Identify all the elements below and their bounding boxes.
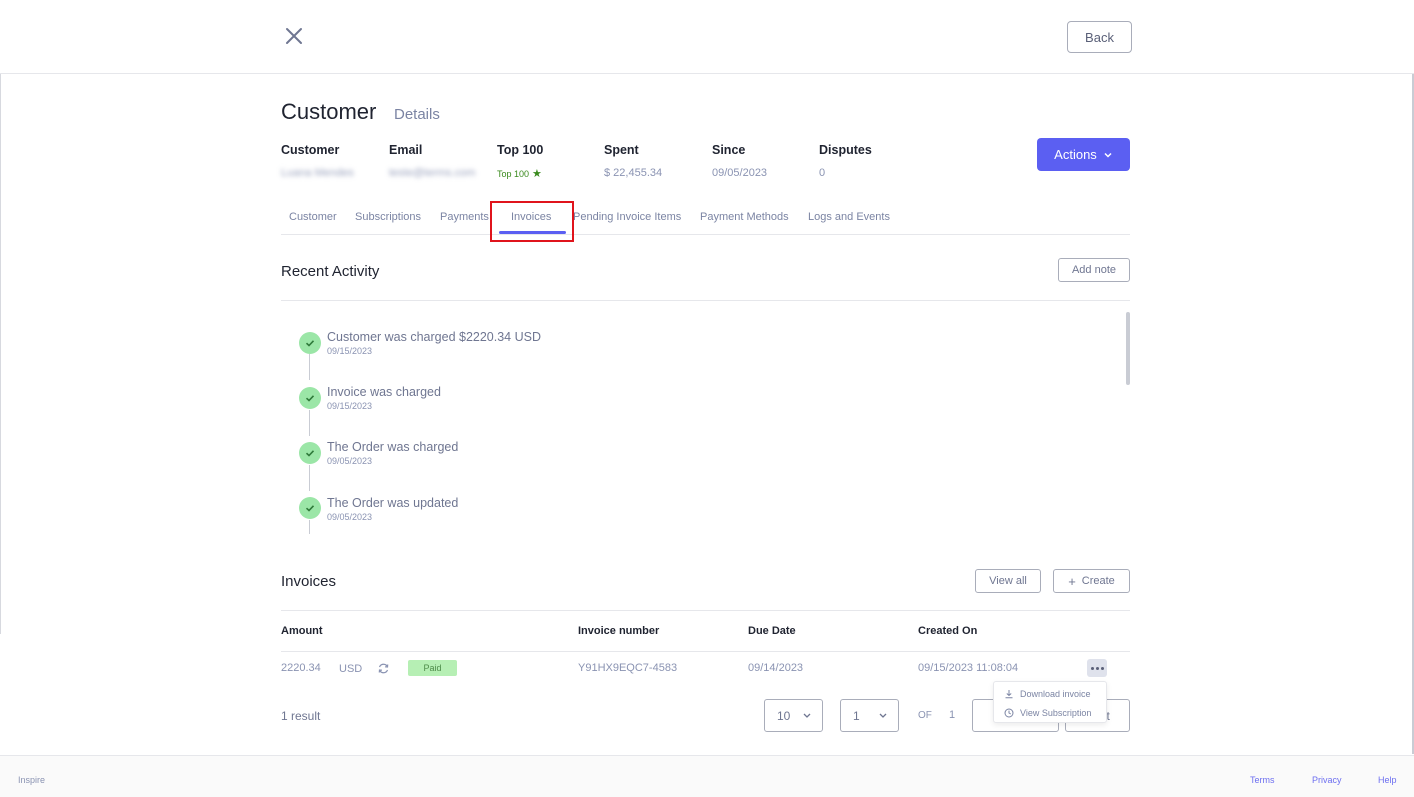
total-pages: 1 xyxy=(949,709,956,721)
activity-title: The Order was updated xyxy=(327,496,459,510)
activity-date: 09/05/2023 xyxy=(327,512,373,522)
tab-customer[interactable]: Customer xyxy=(289,211,337,223)
invoice-currency: USD xyxy=(339,663,363,675)
check-icon xyxy=(299,332,321,354)
menu-item-label: View Subscription xyxy=(1020,708,1092,718)
column-header-invoice-number: Invoice number xyxy=(578,625,660,637)
back-button[interactable]: Back xyxy=(1067,21,1132,53)
customer-email: teste@terms.com xyxy=(389,167,476,179)
since-value: 09/05/2023 xyxy=(712,167,768,179)
footer-link-help[interactable]: Help xyxy=(1378,775,1397,785)
tab-payments[interactable]: Payments xyxy=(440,211,489,223)
create-button[interactable]: + Create xyxy=(1053,569,1130,593)
tab-pending-invoice-items[interactable]: Pending Invoice Items xyxy=(573,211,681,223)
menu-item-label: Download invoice xyxy=(1020,689,1091,699)
result-count: 1 result xyxy=(281,709,321,723)
check-icon xyxy=(299,442,321,464)
timeline-connector xyxy=(309,354,310,380)
stat-label: Spent xyxy=(604,143,639,157)
page-title: Customer xyxy=(281,99,377,124)
close-icon[interactable] xyxy=(282,24,306,48)
activity-date: 09/05/2023 xyxy=(327,456,373,466)
page-subtitle: Details xyxy=(394,106,440,123)
page-size-value: 10 xyxy=(777,708,791,723)
divider xyxy=(0,74,1,634)
clock-icon xyxy=(1004,708,1014,718)
stat-top100: Top 100 Top 100 ★ xyxy=(497,143,543,180)
dot xyxy=(1090,666,1094,670)
view-all-button[interactable]: View all xyxy=(975,569,1041,593)
timeline-connector xyxy=(309,410,310,436)
column-header-due-date: Due Date xyxy=(748,625,796,637)
highlight-box xyxy=(490,201,574,242)
page-value: 1 xyxy=(853,708,860,723)
customer-name: Luana Mendes xyxy=(281,167,354,179)
tab-subscriptions[interactable]: Subscriptions xyxy=(355,211,421,223)
divider xyxy=(281,610,1130,611)
more-options-button[interactable] xyxy=(1087,659,1107,677)
activity-scrollbar[interactable] xyxy=(1126,312,1130,385)
top100-text: Top 100 xyxy=(497,168,530,179)
chevron-down-icon xyxy=(803,713,811,718)
check-icon xyxy=(299,387,321,409)
disputes-value: 0 xyxy=(819,167,826,179)
stat-label: Since xyxy=(712,143,746,157)
dot xyxy=(1100,666,1104,670)
status-badge: Paid xyxy=(408,660,457,676)
page-size-select[interactable]: 10 xyxy=(764,699,823,732)
actions-label: Actions xyxy=(1054,147,1097,162)
divider xyxy=(281,300,1130,301)
download-icon xyxy=(1005,690,1013,699)
activity-title: Customer was charged $2220.34 USD xyxy=(327,330,542,344)
dot xyxy=(1095,666,1099,670)
stat-spent: Spent $ 22,455.34 xyxy=(604,143,662,179)
row-actions-menu: Download invoice View Subscription xyxy=(993,681,1107,723)
check-icon xyxy=(299,497,321,519)
star-icon: ★ xyxy=(532,168,542,180)
plus-icon: + xyxy=(1068,573,1076,589)
column-header-created-on: Created On xyxy=(918,625,978,637)
timeline-connector xyxy=(309,520,310,534)
stat-label: Customer xyxy=(281,143,340,157)
create-label: Create xyxy=(1081,575,1115,587)
tab-logs-and-events[interactable]: Logs and Events xyxy=(808,211,890,223)
menu-item-download-invoice[interactable]: Download invoice xyxy=(1004,689,1091,699)
actions-button[interactable]: Actions xyxy=(1037,138,1130,171)
activity-date: 09/15/2023 xyxy=(327,401,373,411)
stat-label: Top 100 xyxy=(497,143,544,157)
stat-since: Since 09/05/2023 xyxy=(712,143,767,179)
invoice-number[interactable]: Y91HX9EQC7-4583 xyxy=(578,662,677,674)
activity-title: Invoice was charged xyxy=(327,385,441,399)
invoice-amount: 2220.34 xyxy=(281,662,321,674)
timeline-connector xyxy=(309,465,310,491)
stat-email: Email teste@terms.com xyxy=(389,143,475,179)
refresh-icon xyxy=(378,663,389,674)
invoice-due-date: 09/14/2023 xyxy=(748,662,804,674)
chevron-down-icon xyxy=(879,713,887,718)
stat-disputes: Disputes 0 xyxy=(819,143,872,179)
top-bar: Back xyxy=(0,0,1414,74)
activity-date: 09/15/2023 xyxy=(327,346,373,356)
of-label: OF xyxy=(918,710,932,721)
invoice-created-on: 09/15/2023 11:08:04 xyxy=(918,662,1019,674)
page-select[interactable]: 1 xyxy=(840,699,899,732)
footer-brand: Inspire xyxy=(18,775,46,785)
stat-label: Disputes xyxy=(819,143,872,157)
footer-link-terms[interactable]: Terms xyxy=(1250,775,1275,785)
spent-value: $ 22,455.34 xyxy=(604,167,663,179)
menu-item-view-subscription[interactable]: View Subscription xyxy=(1004,708,1091,718)
stat-customer: Customer Luana Mendes xyxy=(281,143,354,179)
footer: Inspire Terms Privacy Help xyxy=(0,755,1414,797)
recent-activity-title: Recent Activity xyxy=(281,263,380,280)
chevron-down-icon xyxy=(1104,152,1112,158)
activity-title: The Order was charged xyxy=(327,440,459,454)
stat-label: Email xyxy=(389,143,423,157)
footer-link-privacy[interactable]: Privacy xyxy=(1312,775,1342,785)
divider xyxy=(281,651,1130,652)
tab-payment-methods[interactable]: Payment Methods xyxy=(700,211,789,223)
invoices-title: Invoices xyxy=(281,573,337,590)
column-header-amount: Amount xyxy=(281,625,323,637)
top100-badge: Top 100 ★ xyxy=(497,167,543,180)
add-note-button[interactable]: Add note xyxy=(1058,258,1130,282)
